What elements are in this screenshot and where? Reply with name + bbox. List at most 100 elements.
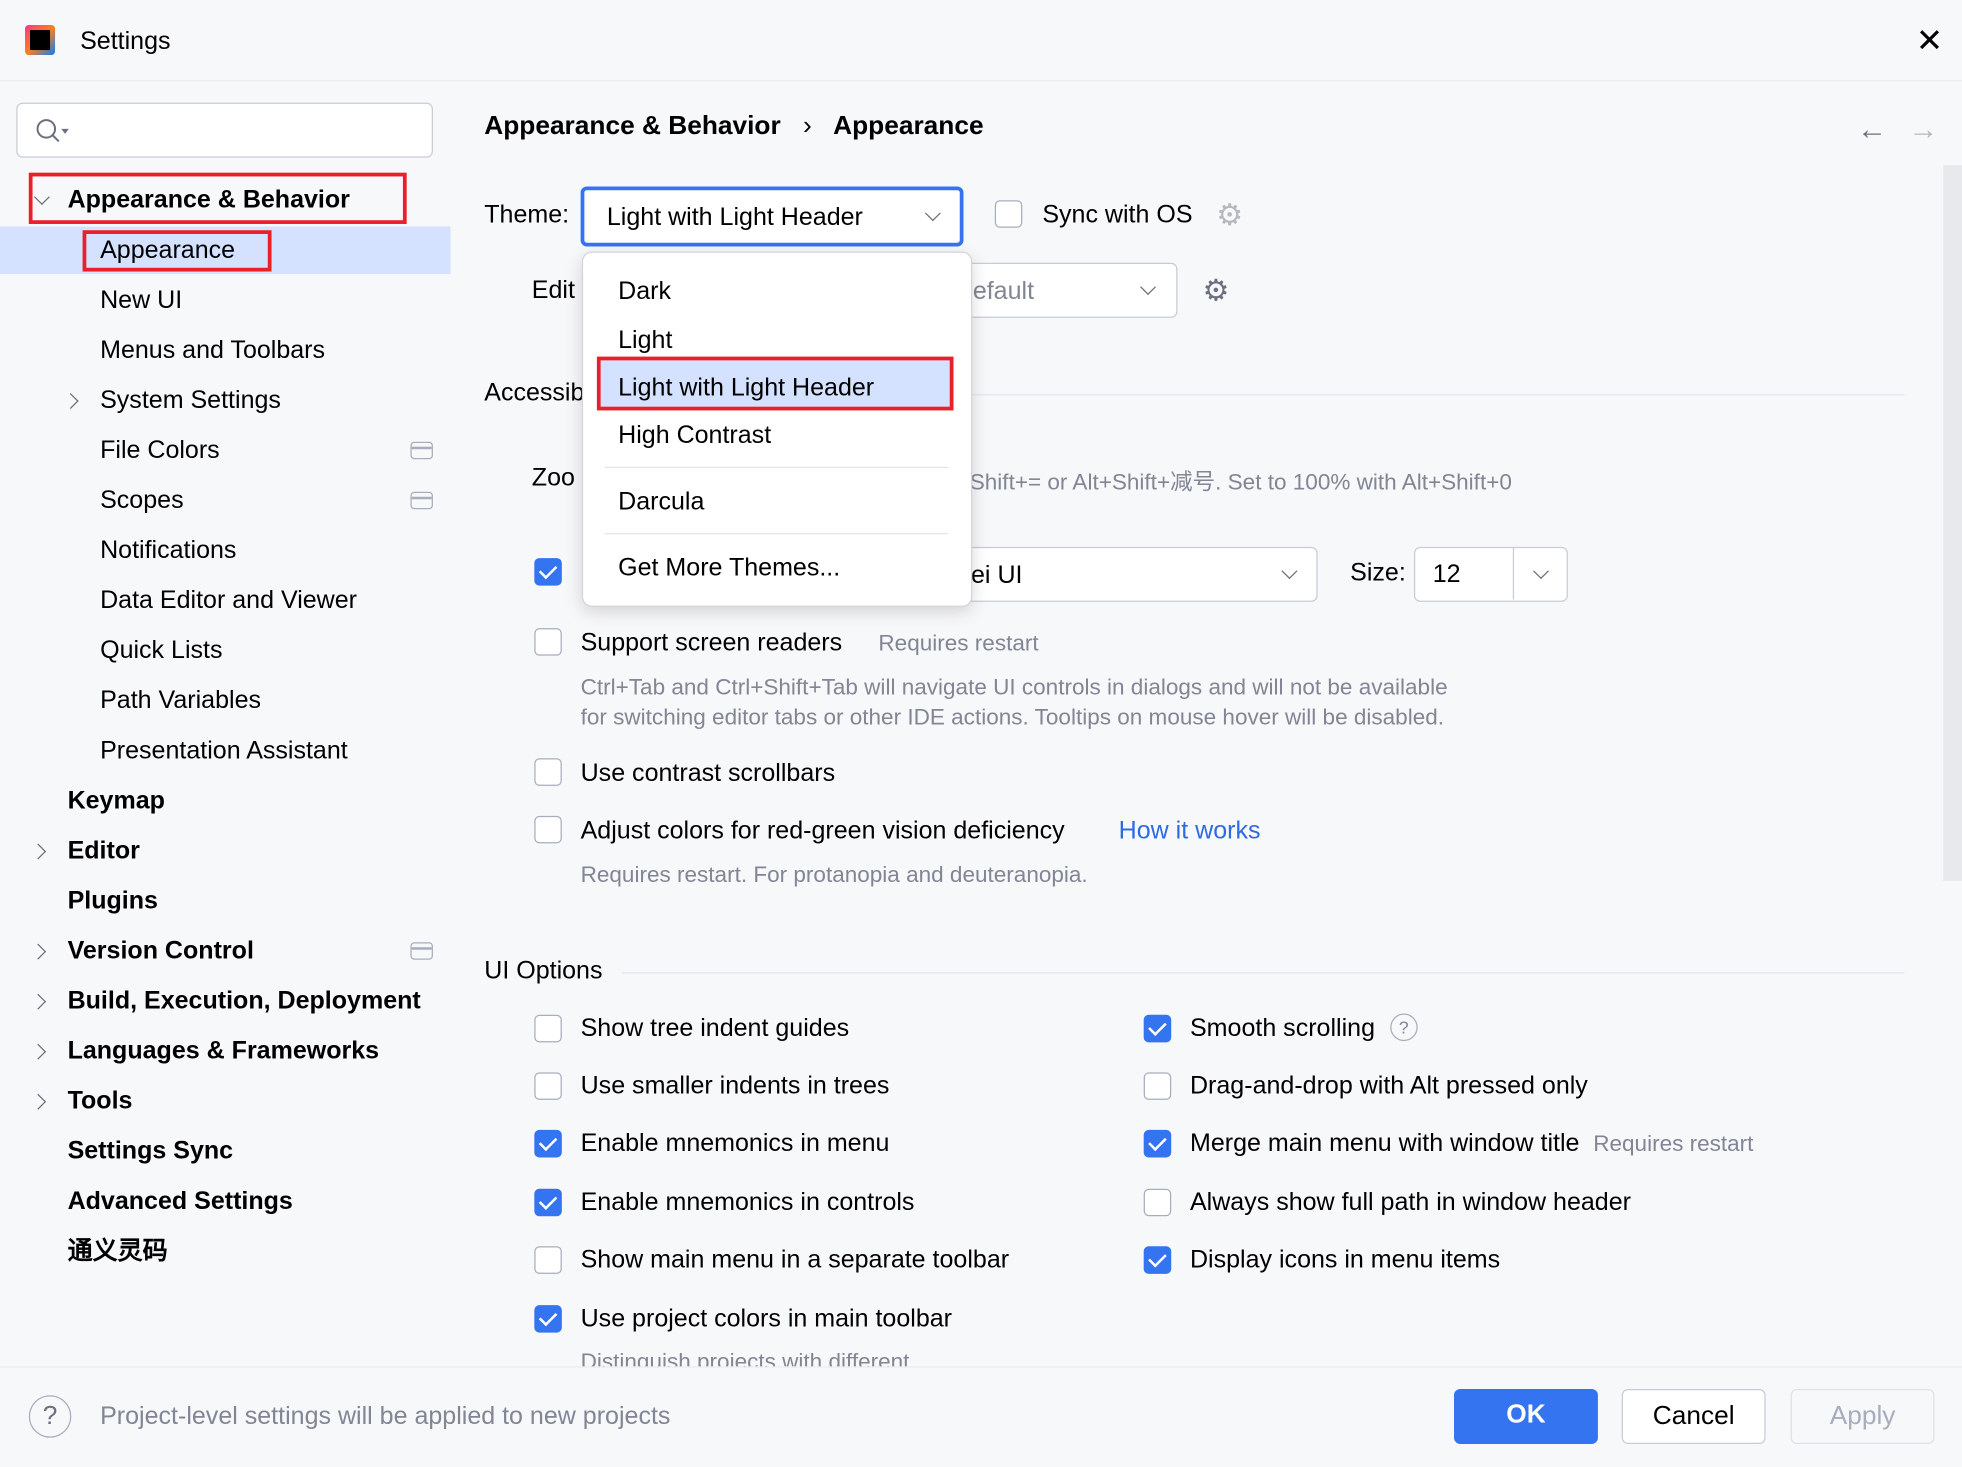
ui-option-label: Drag-and-drop with Alt pressed only <box>1189 1072 1588 1100</box>
sidebar-item-advanced-settings[interactable]: Advanced Settings <box>68 1186 293 1216</box>
back-arrow-icon[interactable]: ← <box>1857 113 1887 148</box>
chevron-right-icon[interactable] <box>30 993 47 1010</box>
theme-option-high-contrast[interactable]: High Contrast <box>618 420 771 450</box>
forward-arrow-icon[interactable]: → <box>1908 113 1938 148</box>
editor-scheme-label: Edit <box>531 276 575 305</box>
ui-option-label: Use smaller indents in trees <box>580 1072 890 1100</box>
sidebar-item-menus-and-toolbars[interactable]: Menus and Toolbars <box>100 335 325 365</box>
screen-readers-desc: Ctrl+Tab and Ctrl+Shift+Tab will navigat… <box>580 674 1448 700</box>
size-label: Size: <box>1350 559 1406 587</box>
sidebar-item-scopes[interactable]: Scopes <box>100 486 183 516</box>
sidebar-item-languages-frameworks[interactable]: Languages & Frameworks <box>68 1036 380 1066</box>
chevron-right-icon[interactable] <box>30 1093 47 1110</box>
ui-option-checkbox[interactable] <box>1143 1072 1172 1100</box>
font-override-checkbox[interactable] <box>534 558 562 586</box>
sidebar-item-quick-lists[interactable]: Quick Lists <box>100 636 222 666</box>
sidebar-item-editor[interactable]: Editor <box>68 836 140 866</box>
theme-option-darcula[interactable]: Darcula <box>618 487 704 517</box>
ui-option-checkbox[interactable] <box>534 1072 562 1100</box>
chevron-right-icon[interactable] <box>30 843 47 860</box>
contrast-scrollbars-label: Use contrast scrollbars <box>580 759 836 788</box>
breadcrumb-current: Appearance <box>833 111 984 141</box>
ui-option-checkbox[interactable] <box>534 1305 562 1333</box>
sidebar-item-notifications[interactable]: Notifications <box>100 536 236 566</box>
sidebar-item-new-ui[interactable]: New UI <box>100 285 182 315</box>
zoom-hint: Shift+= or Alt+Shift+减号. Set to 100% wit… <box>969 469 1512 495</box>
sidebar-item-tools[interactable]: Tools <box>68 1086 133 1116</box>
sidebar-item-settings-sync[interactable]: Settings Sync <box>68 1136 234 1166</box>
ui-option-label: Display icons in menu items <box>1189 1246 1501 1274</box>
breadcrumb-parent[interactable]: Appearance & Behavior <box>484 111 780 140</box>
how-it-works-link[interactable]: How it works <box>1119 816 1261 846</box>
ui-option-checkbox[interactable] <box>534 1246 562 1274</box>
gear-icon[interactable]: ⚙ <box>1216 198 1243 234</box>
cancel-button[interactable]: Cancel <box>1621 1388 1766 1445</box>
screen-readers-desc: for switching editor tabs or other IDE a… <box>580 704 1445 730</box>
project-settings-icon <box>410 491 433 510</box>
gear-icon[interactable]: ⚙ <box>1202 273 1229 309</box>
sidebar-search-input[interactable] <box>16 102 433 158</box>
ui-option-label: Use project colors in main toolbar <box>580 1305 952 1333</box>
chevron-down-icon <box>1140 279 1157 296</box>
apply-button[interactable]: Apply <box>1790 1388 1935 1445</box>
accessibility-header: Accessib <box>484 379 585 407</box>
intellij-idea-icon <box>25 25 56 56</box>
get-more-themes-option[interactable]: Get More Themes... <box>618 553 840 583</box>
help-icon[interactable]: ? <box>1389 1013 1418 1042</box>
project-colors-desc: Distinguish projects with different <box>580 1348 910 1367</box>
screen-readers-checkbox[interactable] <box>534 628 562 656</box>
highlight-box <box>596 356 954 411</box>
theme-label: Theme: <box>484 201 570 229</box>
size-combo[interactable]: 12 <box>1413 546 1568 602</box>
sidebar-item-tongyi-lingma[interactable]: 通义灵码 <box>68 1236 168 1266</box>
contrast-scrollbars-checkbox[interactable] <box>534 758 562 786</box>
ui-option-checkbox[interactable] <box>1143 1014 1172 1043</box>
help-icon[interactable]: ? <box>28 1395 72 1438</box>
chevron-right-icon[interactable] <box>62 393 79 410</box>
ui-option-checkbox[interactable] <box>534 1188 562 1217</box>
screen-readers-label: Support screen readers <box>580 629 843 657</box>
ui-option-label: Enable mnemonics in controls <box>580 1188 915 1217</box>
ui-option-label: Smooth scrolling? <box>1190 1013 1418 1044</box>
close-icon[interactable]: ✕ <box>1914 24 1944 57</box>
sync-with-os-label: Sync with OS <box>1042 201 1193 229</box>
theme-value: Light with Light Header <box>606 203 863 232</box>
sync-with-os-checkbox[interactable] <box>994 200 1023 228</box>
highlight-box <box>82 230 272 272</box>
color-deficiency-label: Adjust colors for red-green vision defic… <box>580 817 1065 845</box>
ui-option-checkbox[interactable] <box>534 1129 562 1158</box>
ui-option-checkbox[interactable] <box>1143 1188 1172 1217</box>
project-settings-icon <box>410 441 433 460</box>
scrollbar[interactable] <box>1943 165 1962 881</box>
ui-option-label: Show main menu in a separate toolbar <box>580 1246 1010 1274</box>
ui-options-header: UI Options <box>484 957 603 985</box>
chevron-down-icon[interactable] <box>1533 563 1549 580</box>
ui-option-label: Enable mnemonics in menu <box>580 1129 890 1158</box>
color-deficiency-checkbox[interactable] <box>534 815 562 844</box>
theme-option-light[interactable]: Light <box>618 325 672 355</box>
window-title: Settings <box>80 27 171 56</box>
theme-dropdown[interactable]: Light with Light Header <box>580 186 964 247</box>
chevron-right-icon[interactable] <box>30 1043 47 1060</box>
chevron-right-icon[interactable] <box>30 943 47 960</box>
sidebar-item-data-editor-and-viewer[interactable]: Data Editor and Viewer <box>100 586 357 616</box>
chevron-down-icon <box>924 205 941 222</box>
sidebar-item-path-variables[interactable]: Path Variables <box>100 686 261 716</box>
color-deficiency-desc: Requires restart. For protanopia and deu… <box>580 862 1088 888</box>
ok-button[interactable]: OK <box>1454 1388 1598 1445</box>
sidebar-item-build-execution-deployment[interactable]: Build, Execution, Deployment <box>68 986 421 1016</box>
ui-option-checkbox[interactable] <box>534 1014 562 1043</box>
sidebar-item-presentation-assistant[interactable]: Presentation Assistant <box>100 736 348 766</box>
search-icon <box>36 119 69 143</box>
sidebar-item-file-colors[interactable]: File Colors <box>100 435 220 465</box>
ui-option-checkbox[interactable] <box>1143 1246 1172 1274</box>
sidebar-item-keymap[interactable]: Keymap <box>68 786 165 816</box>
requires-restart-note: Requires restart <box>1593 1131 1754 1157</box>
sidebar-item-version-control[interactable]: Version Control <box>68 936 254 966</box>
sidebar-item-plugins[interactable]: Plugins <box>68 886 158 916</box>
project-settings-icon <box>410 942 433 960</box>
ui-option-checkbox[interactable] <box>1143 1129 1172 1158</box>
theme-option-dark[interactable]: Dark <box>618 277 671 307</box>
sidebar-item-system-settings[interactable]: System Settings <box>100 385 281 415</box>
footer-hint: Project-level settings will be applied t… <box>100 1402 671 1431</box>
